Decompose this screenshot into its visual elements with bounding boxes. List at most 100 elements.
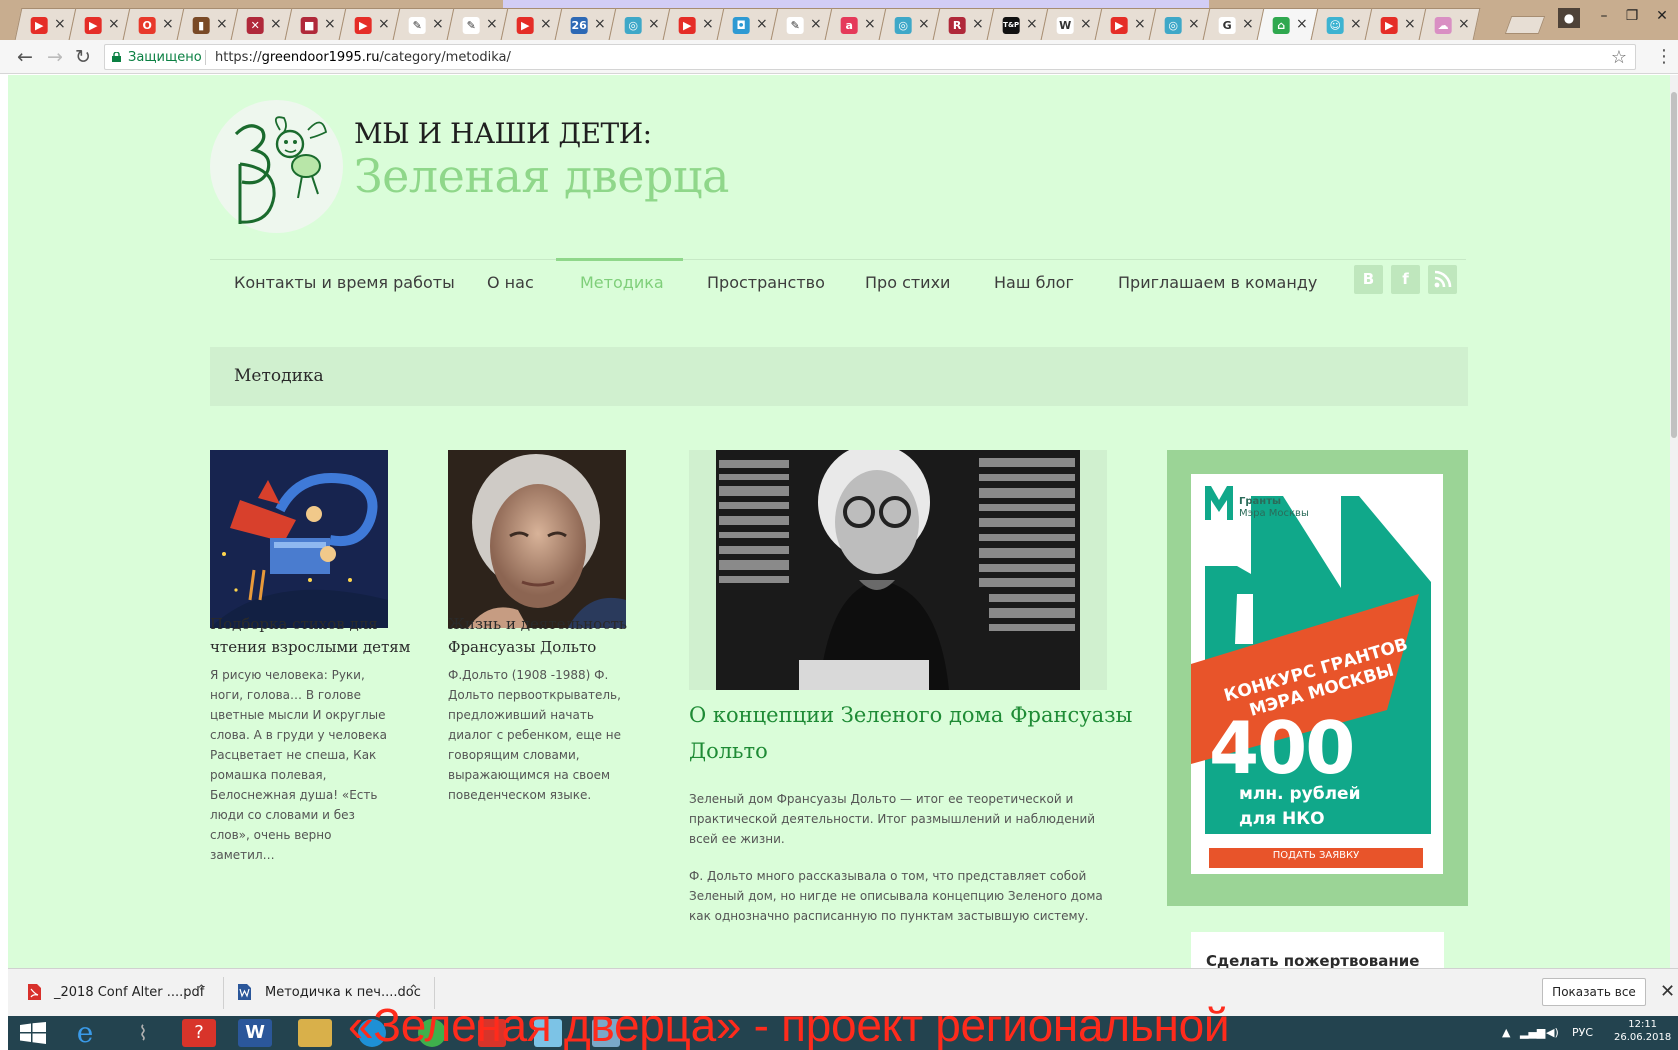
chevron-up-icon[interactable]: ⌃ (408, 983, 419, 998)
signal-icon[interactable]: ▂▄▆ (1520, 1026, 1545, 1039)
url-text[interactable]: https://greendoor1995.ru/category/metodi… (215, 50, 511, 65)
close-tab-icon[interactable]: × (648, 16, 660, 32)
scrollbar-thumb[interactable] (1671, 92, 1677, 438)
download-item-pdf[interactable]: _2018 Conf Alter ....pdf (54, 985, 204, 1000)
browser-menu-icon[interactable]: ⋮ (1655, 46, 1673, 67)
browser-tab[interactable]: ▶ × (338, 8, 401, 40)
close-tab-icon[interactable]: × (864, 16, 876, 32)
close-tab-icon[interactable]: × (1404, 16, 1416, 32)
site-logo[interactable] (210, 100, 343, 233)
close-tab-icon[interactable]: × (486, 16, 498, 32)
browser-tab[interactable]: ▶ × (1094, 8, 1157, 40)
reload-icon[interactable]: ↻ (72, 46, 94, 68)
browser-tab[interactable]: ◎ × (608, 8, 671, 40)
browser-tab[interactable]: ▶ × (14, 8, 77, 40)
browser-tab[interactable]: ☁ × (1418, 8, 1481, 40)
close-tab-icon[interactable]: × (1026, 16, 1038, 32)
nav-item-join-team[interactable]: Приглашаем в команду (1118, 273, 1317, 292)
site-title[interactable]: Зеленая дверца (354, 149, 729, 203)
volume-icon[interactable]: ◀) (1546, 1026, 1559, 1039)
close-tab-icon[interactable]: × (540, 16, 552, 32)
windows-start-icon[interactable] (20, 1022, 46, 1044)
internet-explorer-icon[interactable]: e (68, 1019, 102, 1047)
browser-tab[interactable]: ■ × (284, 8, 347, 40)
nav-item-space[interactable]: Пространство (707, 273, 825, 292)
browser-tab[interactable]: ⌂ × (1256, 8, 1319, 40)
browser-tab[interactable]: T&P × (986, 8, 1049, 40)
close-tab-icon[interactable]: × (1350, 16, 1362, 32)
vk-icon[interactable]: В (1354, 265, 1383, 294)
close-tab-icon[interactable]: × (918, 16, 930, 32)
system-clock[interactable]: 12:11 26.06.2018 (1614, 1018, 1671, 1044)
donate-widget[interactable]: Сделать пожертвование (1191, 932, 1444, 968)
tray-arrow-icon[interactable]: ▲ (1502, 1026, 1510, 1039)
browser-tab[interactable]: ✎ × (392, 8, 455, 40)
word-icon[interactable]: W (238, 1019, 272, 1047)
close-tab-icon[interactable]: × (1242, 16, 1254, 32)
browser-tab[interactable]: ☺ × (1310, 8, 1373, 40)
close-tab-icon[interactable]: × (432, 16, 444, 32)
post-thumbnail[interactable] (448, 450, 626, 628)
browser-tab[interactable]: ▶ × (662, 8, 725, 40)
forward-icon[interactable]: → (44, 46, 66, 68)
browser-tab[interactable]: a × (824, 8, 887, 40)
browser-tab[interactable]: ✕ × (230, 8, 293, 40)
browser-tab[interactable]: ◎ × (878, 8, 941, 40)
input-language[interactable]: РУС (1572, 1026, 1593, 1039)
close-window-icon[interactable]: ✕ (1648, 8, 1676, 24)
close-tab-icon[interactable]: × (594, 16, 606, 32)
close-tab-icon[interactable]: × (1458, 16, 1470, 32)
profile-icon[interactable]: ● (1558, 8, 1580, 28)
post-thumbnail[interactable] (210, 450, 388, 628)
close-tab-icon[interactable]: × (810, 16, 822, 32)
nav-item-contacts[interactable]: Контакты и время работы (234, 273, 455, 292)
browser-tab[interactable]: ▶ × (68, 8, 131, 40)
browser-tab[interactable]: R × (932, 8, 995, 40)
close-tab-icon[interactable]: × (1296, 16, 1308, 32)
apply-button[interactable]: ПОДАТЬ ЗАЯВКУ (1209, 850, 1423, 861)
close-tab-icon[interactable]: × (702, 16, 714, 32)
close-tab-icon[interactable]: × (162, 16, 174, 32)
browser-tab[interactable]: ▶ × (1364, 8, 1427, 40)
close-tab-icon[interactable]: × (270, 16, 282, 32)
nav-item-about[interactable]: О нас (487, 273, 534, 292)
help-icon[interactable]: ? (182, 1019, 216, 1047)
featured-post-title[interactable]: О концепции Зеленого дома Франсуазы Доль… (689, 697, 1132, 769)
chevron-up-icon[interactable]: ⌃ (196, 983, 207, 998)
restore-icon[interactable]: ❐ (1618, 8, 1646, 24)
close-tab-icon[interactable]: × (54, 16, 66, 32)
close-tab-icon[interactable]: × (378, 16, 390, 32)
browser-tab[interactable]: ▶ × (500, 8, 563, 40)
nav-item-blog[interactable]: Наш блог (994, 273, 1074, 292)
close-tab-icon[interactable]: × (216, 16, 228, 32)
post-title[interactable]: Подборка стихов для чтения взрослыми дет… (210, 613, 410, 659)
back-icon[interactable]: ← (14, 46, 36, 68)
close-downloads-icon[interactable]: ✕ (1660, 981, 1675, 1002)
browser-tab[interactable]: ✎ × (770, 8, 833, 40)
close-tab-icon[interactable]: × (1188, 16, 1200, 32)
browser-tab[interactable]: ◎ × (1148, 8, 1211, 40)
close-tab-icon[interactable]: × (1080, 16, 1092, 32)
post-title[interactable]: Жизнь и деятельность Франсуазы Дольто (448, 613, 627, 659)
show-all-downloads-button[interactable]: Показать все (1542, 978, 1646, 1006)
minimize-icon[interactable]: – (1590, 8, 1618, 24)
address-bar[interactable]: Защищено https://greendoor1995.ru/catego… (104, 44, 1636, 70)
browser-tab[interactable]: ✎ × (446, 8, 509, 40)
close-tab-icon[interactable]: × (324, 16, 336, 32)
browser-tab[interactable]: W × (1040, 8, 1103, 40)
nav-item-methodology[interactable]: Методика (580, 273, 664, 292)
shield-icon[interactable] (298, 1019, 332, 1047)
rss-icon[interactable] (1428, 265, 1457, 294)
new-tab-button[interactable] (1504, 16, 1546, 34)
close-tab-icon[interactable]: × (972, 16, 984, 32)
browser-tab[interactable]: G × (1202, 8, 1265, 40)
close-tab-icon[interactable]: × (1134, 16, 1146, 32)
microphone-icon[interactable]: ⌇ (126, 1019, 160, 1047)
browser-tab[interactable]: ▮ × (176, 8, 239, 40)
close-tab-icon[interactable]: × (756, 16, 768, 32)
browser-tab[interactable]: 26 × (554, 8, 617, 40)
browser-tab[interactable]: O × (122, 8, 185, 40)
featured-post-image[interactable] (689, 450, 1107, 690)
facebook-icon[interactable]: f (1391, 265, 1420, 294)
browser-tab[interactable]: ◘ × (716, 8, 779, 40)
